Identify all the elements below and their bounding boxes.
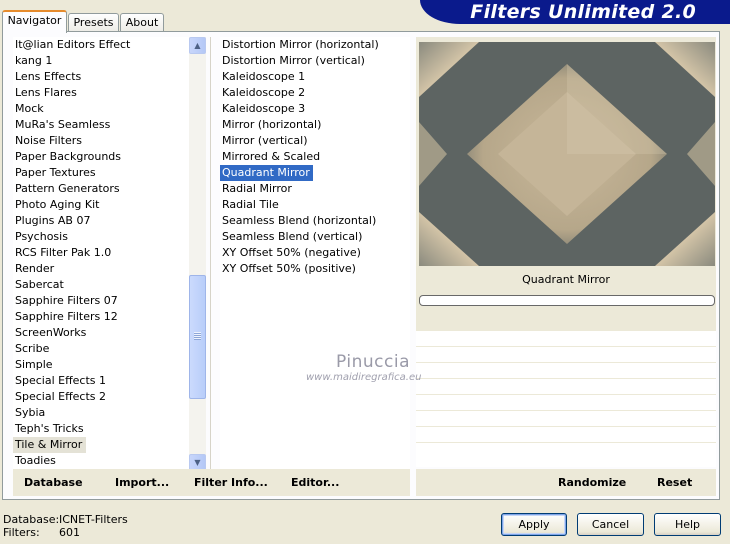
filter-item[interactable]: Radial Mirror [220,181,410,197]
selected-filter-name: Quadrant Mirror [522,273,610,286]
filter-list[interactable]: Distortion Mirror (horizontal) Distortion… [220,37,410,471]
category-item[interactable]: Plugins AB 07 [13,213,189,229]
filter-item[interactable]: Quadrant Mirror [220,165,313,181]
preview-command-bar: Randomize Reset [416,469,716,496]
category-item[interactable]: Special Effects 2 [13,389,189,405]
category-item[interactable]: Sybia [13,405,189,421]
tab-about[interactable]: About [120,13,164,32]
filter-item[interactable]: XY Offset 50% (negative) [220,245,410,261]
category-item[interactable]: Sapphire Filters 12 [13,309,189,325]
category-item[interactable]: Tile & Mirror [13,437,87,453]
category-list[interactable]: It@lian Editors Effect kang 1 Lens Effects… [13,37,189,471]
filter-info-button[interactable]: Filter Info... [194,476,268,489]
tab-presets[interactable]: Presets [68,13,119,32]
category-item[interactable]: Toadies [13,453,189,469]
param-row [416,427,716,443]
cancel-button[interactable]: Cancel [577,513,644,536]
filter-item[interactable]: Seamless Blend (horizontal) [220,213,410,229]
category-item[interactable]: Paper Backgrounds [13,149,189,165]
category-item[interactable]: Sapphire Filters 07 [13,293,189,309]
category-item[interactable]: Noise Filters [13,133,189,149]
filter-item[interactable]: Mirror (horizontal) [220,117,410,133]
category-item[interactable]: It@lian Editors Effect [13,37,189,53]
category-scrollbar[interactable]: ▲ ▼ [189,37,206,471]
param-row [416,411,716,427]
category-item[interactable]: Simple [13,357,189,373]
filter-item[interactable]: Kaleidoscope 1 [220,69,410,85]
category-item[interactable]: Paper Textures [13,165,189,181]
tab-navigator[interactable]: Navigator [2,10,67,33]
reset-button[interactable]: Reset [657,476,692,489]
help-button[interactable]: Help [654,513,721,536]
preview-panel: Quadrant Mirror [416,37,716,467]
filters-count-label: Filters: [3,526,40,539]
scroll-up-button[interactable]: ▲ [189,37,206,54]
watermark-url: www.maidiregrafica.eu [306,372,422,383]
category-item[interactable]: Psychosis [13,229,189,245]
command-bar: Database Import... Filter Info... Editor… [13,469,410,496]
param-row [416,363,716,379]
category-item[interactable]: Lens Effects [13,69,189,85]
category-item[interactable]: RCS Filter Pak 1.0 [13,245,189,261]
list-divider [210,37,211,471]
filter-item[interactable]: Kaleidoscope 3 [220,101,410,117]
scroll-thumb[interactable] [189,275,206,399]
watermark-name: Pinuccia [336,352,410,372]
chevron-up-icon: ▲ [194,41,201,50]
filters-count-value: 601 [59,526,80,539]
filter-item[interactable]: Mirror (vertical) [220,133,410,149]
editor-button[interactable]: Editor... [291,476,339,489]
filter-item[interactable]: Seamless Blend (vertical) [220,229,410,245]
category-item[interactable]: Sabercat [13,277,189,293]
import-button[interactable]: Import... [115,476,169,489]
param-row [416,379,716,395]
filter-item[interactable]: XY Offset 50% (positive) [220,261,410,277]
filter-item[interactable]: Mirrored & Scaled [220,149,410,165]
chevron-down-icon: ▼ [194,458,201,467]
preview-image[interactable] [419,42,715,266]
progress-bar [419,295,715,306]
category-item[interactable]: MuRa's Seamless [13,117,189,133]
filter-item[interactable]: Distortion Mirror (horizontal) [220,37,410,53]
app-title: Filters Unlimited 2.0 [470,1,696,23]
apply-button[interactable]: Apply [501,513,567,536]
param-row [416,395,716,411]
navigator-panel: It@lian Editors Effect kang 1 Lens Effects… [2,31,720,500]
category-item[interactable]: ScreenWorks [13,325,189,341]
database-label: Database: [3,513,60,526]
quadrant-mirror-preview [419,42,715,266]
category-item[interactable]: Special Effects 1 [13,373,189,389]
filter-item[interactable]: Kaleidoscope 2 [220,85,410,101]
database-value: ICNET-Filters [59,513,128,526]
database-button[interactable]: Database [24,476,83,489]
grip-icon [194,332,201,340]
category-item[interactable]: Teph's Tricks [13,421,189,437]
param-row [416,331,716,347]
param-row [416,312,716,331]
randomize-button[interactable]: Randomize [558,476,626,489]
header-banner: Filters Unlimited 2.0 [420,0,730,24]
category-item[interactable]: Lens Flares [13,85,189,101]
category-item[interactable]: Mock [13,101,189,117]
category-item[interactable]: kang 1 [13,53,189,69]
parameter-area [416,312,716,467]
param-row [416,347,716,363]
category-item[interactable]: Photo Aging Kit [13,197,189,213]
category-item[interactable]: Scribe [13,341,189,357]
filter-item[interactable]: Radial Tile [220,197,410,213]
category-item[interactable]: Pattern Generators [13,181,189,197]
category-item[interactable]: Render [13,261,189,277]
filter-item[interactable]: Distortion Mirror (vertical) [220,53,410,69]
